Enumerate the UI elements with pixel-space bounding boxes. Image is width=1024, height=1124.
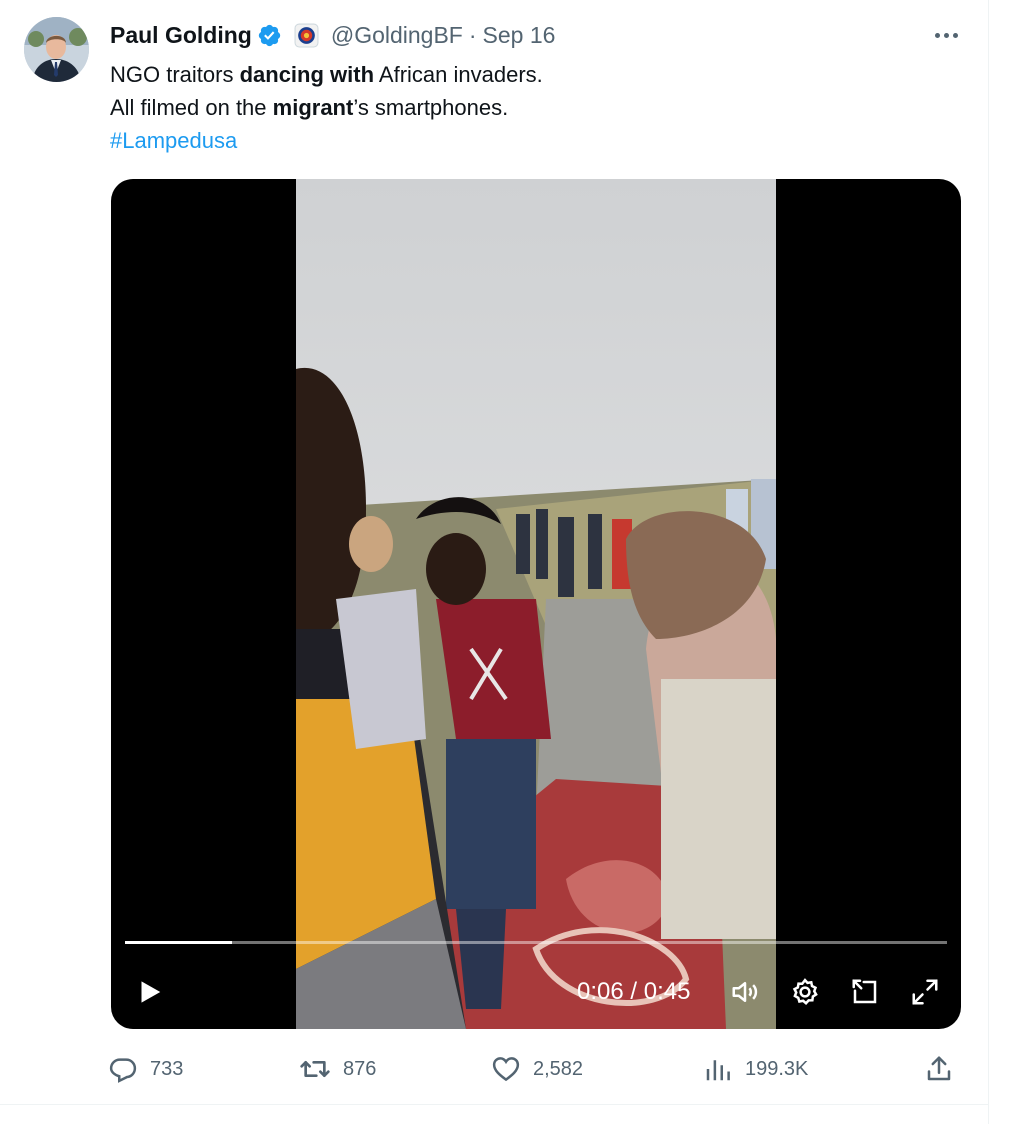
like-button[interactable]: 2,582 bbox=[491, 1050, 583, 1088]
share-icon bbox=[924, 1054, 966, 1084]
share-button[interactable] bbox=[924, 1050, 966, 1088]
video-current-time: 0:06 bbox=[577, 978, 624, 1005]
tweet-line-2: All filmed on the migrant’s smartphones. bbox=[110, 91, 970, 124]
verified-badge-icon bbox=[257, 23, 282, 48]
tweet-date[interactable]: Sep 16 bbox=[483, 22, 556, 49]
video-progress-fill bbox=[125, 941, 232, 944]
video-time: 0:06 / 0:45 bbox=[577, 976, 690, 1008]
tweet-divider bbox=[0, 1104, 988, 1105]
tweet-actions: 733 876 2,582 199.3K bbox=[0, 1050, 988, 1088]
like-count: 2,582 bbox=[533, 1057, 584, 1080]
views-count: 199.3K bbox=[745, 1057, 809, 1080]
text-segment: NGO traitors bbox=[110, 62, 240, 87]
repost-icon bbox=[299, 1053, 343, 1085]
repost-count: 876 bbox=[343, 1057, 377, 1080]
views-chart-icon bbox=[703, 1054, 745, 1084]
text-segment: African invaders. bbox=[374, 62, 543, 87]
video-time-separator: / bbox=[623, 978, 644, 1005]
gear-icon[interactable] bbox=[787, 974, 823, 1010]
repost-button[interactable]: 876 bbox=[299, 1050, 376, 1088]
column-divider bbox=[988, 0, 989, 1124]
views-button[interactable]: 199.3K bbox=[703, 1050, 808, 1088]
play-icon[interactable] bbox=[131, 974, 167, 1010]
author-name[interactable]: Paul Golding bbox=[110, 22, 252, 49]
reply-icon bbox=[108, 1054, 150, 1084]
author-handle[interactable]: @GoldingBF bbox=[331, 22, 463, 49]
text-segment: All filmed on the bbox=[110, 95, 273, 120]
video-progress-bar[interactable] bbox=[125, 941, 947, 944]
tweet-text: NGO traitors dancing with African invade… bbox=[110, 58, 970, 157]
text-bold-segment: dancing with bbox=[239, 62, 375, 87]
more-options-icon[interactable] bbox=[930, 22, 962, 48]
text-segment: ’s smartphones. bbox=[353, 95, 509, 120]
reply-count: 733 bbox=[150, 1057, 184, 1080]
hashtag-link[interactable]: #Lampedusa bbox=[110, 128, 237, 153]
video-frame[interactable] bbox=[296, 179, 776, 1029]
tweet-line-1: NGO traitors dancing with African invade… bbox=[110, 58, 970, 91]
tweet-header: Paul Golding @GoldingBF · Sep 16 bbox=[110, 20, 555, 50]
avatar[interactable] bbox=[24, 17, 89, 82]
heart-icon bbox=[491, 1054, 533, 1084]
text-bold-segment: migrant bbox=[272, 95, 354, 120]
video-duration: 0:45 bbox=[643, 978, 691, 1005]
tweet-line-3: #Lampedusa bbox=[110, 124, 970, 157]
video-player[interactable]: 0:06 / 0:45 bbox=[111, 179, 961, 1029]
picture-in-picture-icon[interactable] bbox=[847, 974, 883, 1010]
reply-button[interactable]: 733 bbox=[108, 1050, 183, 1088]
fullscreen-icon[interactable] bbox=[907, 974, 943, 1010]
meta-separator: · bbox=[468, 21, 477, 48]
affiliate-flag-icon[interactable] bbox=[294, 23, 319, 48]
volume-icon[interactable] bbox=[727, 974, 763, 1010]
